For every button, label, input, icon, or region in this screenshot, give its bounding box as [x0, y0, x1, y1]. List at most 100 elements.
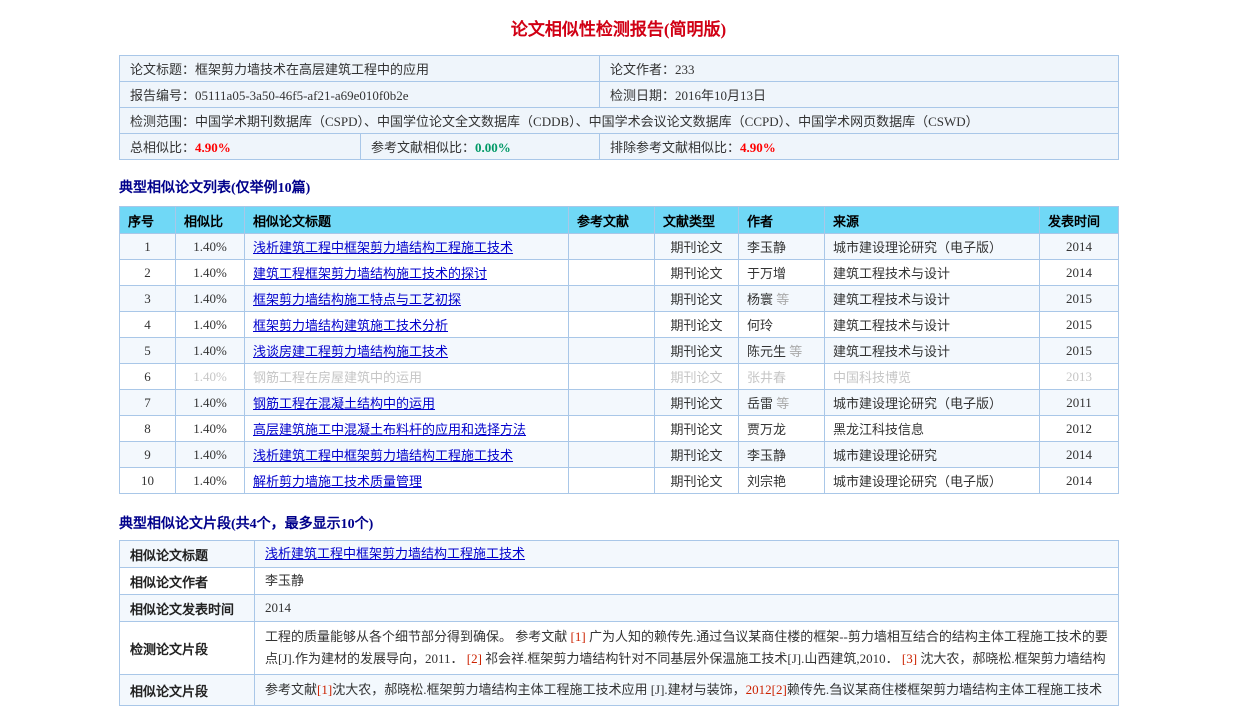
- similar-fragments-table: 相似论文标题浅析建筑工程中框架剪力墙结构工程施工技术相似论文作者李玉静相似论文发…: [119, 540, 1119, 706]
- row-ratio-cell: 1.40%: [176, 286, 245, 312]
- report-no-label: 报告编号：: [130, 88, 195, 103]
- table-row: 71.40%钢筋工程在混凝土结构中的运用期刊论文岳雷 等城市建设理论研究（电子版…: [120, 390, 1119, 416]
- check-date-label: 检测日期：: [610, 88, 675, 103]
- total-ratio-label: 总相似比：: [130, 140, 195, 155]
- row-title-cell: 框架剪力墙结构建筑施工技术分析: [245, 312, 569, 338]
- row-doc-type-cell: 期刊论文: [655, 416, 739, 442]
- paper-title-text: 钢筋工程在房屋建筑中的运用: [253, 370, 422, 385]
- citation-marker: 2012[2]: [746, 682, 787, 697]
- row-no-cell: 1: [120, 234, 176, 260]
- row-no-cell: 10: [120, 468, 176, 494]
- paper-title-link[interactable]: 钢筋工程在混凝土结构中的运用: [253, 396, 435, 411]
- fragment-row-label: 相似论文片段: [120, 675, 255, 706]
- paper-author-cell: 论文作者：233: [600, 56, 1119, 82]
- row-reference-cell: [569, 312, 655, 338]
- fragment-row-value: 工程的质量能够从各个细节部分得到确保。 参考文献 [1] 广为人知的赖传先.通过…: [255, 622, 1119, 675]
- paper-title-value: 框架剪力墙技术在高层建筑工程中的应用: [195, 62, 429, 77]
- paper-title-link[interactable]: 建筑工程框架剪力墙结构施工技术的探讨: [253, 266, 487, 281]
- paper-title-link[interactable]: 浅析建筑工程中框架剪力墙结构工程施工技术: [253, 448, 513, 463]
- paper-title-link[interactable]: 高层建筑施工中混凝土布料杆的应用和选择方法: [253, 422, 526, 437]
- fragment-text: 赖传先.刍议某商住楼框架剪力墙结构主体工程施工技术: [787, 682, 1102, 697]
- check-scope-value: 中国学术期刊数据库（CSPD）、中国学位论文全文数据库（CDDB）、中国学术会议…: [195, 114, 979, 129]
- row-ratio-cell: 1.40%: [176, 468, 245, 494]
- info-row-title-author: 论文标题：框架剪力墙技术在高层建筑工程中的应用 论文作者：233: [120, 56, 1119, 82]
- info-row-reportno-date: 报告编号：05111a05-3a50-46f5-af21-a69e010f0b2…: [120, 82, 1119, 108]
- check-scope-cell: 检测范围：中国学术期刊数据库（CSPD）、中国学位论文全文数据库（CDDB）、中…: [120, 108, 1119, 134]
- paper-title-link[interactable]: 解析剪力墙施工技术质量管理: [253, 474, 422, 489]
- fragment-row-value: 2014: [255, 595, 1119, 622]
- column-header-author: 作者: [739, 207, 825, 234]
- table-row: 81.40%高层建筑施工中混凝土布料杆的应用和选择方法期刊论文贾万龙黑龙江科技信…: [120, 416, 1119, 442]
- row-year-cell: 2015: [1040, 286, 1119, 312]
- similar-fragments-heading: 典型相似论文片段(共4个，最多显示10个): [119, 518, 1118, 532]
- total-ratio-value: 4.90%: [195, 140, 231, 155]
- row-source-cell: 建筑工程技术与设计: [825, 286, 1040, 312]
- row-source-cell: 中国科技博览: [825, 364, 1040, 390]
- row-doc-type-cell: 期刊论文: [655, 468, 739, 494]
- column-header-ratio: 相似比: [176, 207, 245, 234]
- row-author-cell: 陈元生 等: [739, 338, 825, 364]
- exclude-ref-ratio-cell: 排除参考文献相似比：4.90%: [600, 134, 1119, 160]
- fragment-row-value: 参考文献[1]沈大农，郝晓松.框架剪力墙结构主体工程施工技术应用 [J].建材与…: [255, 675, 1119, 706]
- row-year-cell: 2011: [1040, 390, 1119, 416]
- table-row: 31.40%框架剪力墙结构施工特点与工艺初探期刊论文杨寰 等建筑工程技术与设计2…: [120, 286, 1119, 312]
- row-no-cell: 8: [120, 416, 176, 442]
- citation-marker: [2]: [467, 651, 482, 666]
- row-author-cell: 张井春: [739, 364, 825, 390]
- row-ratio-cell: 1.40%: [176, 234, 245, 260]
- fragment-text: 沈大农，郝晓松.框架剪力墙结构: [917, 651, 1106, 666]
- row-reference-cell: [569, 286, 655, 312]
- row-no-cell: 9: [120, 442, 176, 468]
- row-source-cell: 建筑工程技术与设计: [825, 338, 1040, 364]
- row-year-cell: 2013: [1040, 364, 1119, 390]
- paper-title-link[interactable]: 浅析建筑工程中框架剪力墙结构工程施工技术: [253, 240, 513, 255]
- row-ratio-cell: 1.40%: [176, 416, 245, 442]
- paper-title-link[interactable]: 浅谈房建工程剪力墙结构施工技术: [253, 344, 448, 359]
- row-no-cell: 6: [120, 364, 176, 390]
- row-reference-cell: [569, 468, 655, 494]
- row-year-cell: 2014: [1040, 468, 1119, 494]
- fragment-text: 工程的质量能够从各个细节部分得到确保。 参考文献: [265, 629, 571, 644]
- row-no-cell: 2: [120, 260, 176, 286]
- row-doc-type-cell: 期刊论文: [655, 260, 739, 286]
- row-year-cell: 2012: [1040, 416, 1119, 442]
- paper-title-link[interactable]: 框架剪力墙结构建筑施工技术分析: [253, 318, 448, 333]
- row-source-cell: 建筑工程技术与设计: [825, 260, 1040, 286]
- column-header-doc-type: 文献类型: [655, 207, 739, 234]
- row-doc-type-cell: 期刊论文: [655, 234, 739, 260]
- fragment-row-label: 相似论文标题: [120, 541, 255, 568]
- row-ratio-cell: 1.40%: [176, 338, 245, 364]
- paper-title-link[interactable]: 框架剪力墙结构施工特点与工艺初探: [253, 292, 461, 307]
- row-no-cell: 3: [120, 286, 176, 312]
- row-title-cell: 钢筋工程在混凝土结构中的运用: [245, 390, 569, 416]
- table-row: 11.40%浅析建筑工程中框架剪力墙结构工程施工技术期刊论文李玉静城市建设理论研…: [120, 234, 1119, 260]
- column-header-pub-year: 发表时间: [1040, 207, 1119, 234]
- row-year-cell: 2014: [1040, 442, 1119, 468]
- row-doc-type-cell: 期刊论文: [655, 390, 739, 416]
- report-no-value: 05111a05-3a50-46f5-af21-a69e010f0b2e: [195, 88, 408, 103]
- similar-papers-header-row: 序号 相似比 相似论文标题 参考文献 文献类型 作者 来源 发表时间: [120, 207, 1119, 234]
- etal-suffix: 等: [786, 344, 802, 359]
- row-title-cell: 建筑工程框架剪力墙结构施工技术的探讨: [245, 260, 569, 286]
- row-no-cell: 5: [120, 338, 176, 364]
- table-row: 61.40%钢筋工程在房屋建筑中的运用期刊论文张井春中国科技博览2013: [120, 364, 1119, 390]
- fragment-row: 相似论文片段参考文献[1]沈大农，郝晓松.框架剪力墙结构主体工程施工技术应用 […: [120, 675, 1119, 706]
- row-doc-type-cell: 期刊论文: [655, 442, 739, 468]
- similar-papers-table: 序号 相似比 相似论文标题 参考文献 文献类型 作者 来源 发表时间 11.40…: [119, 206, 1119, 494]
- fragment-row-value: 浅析建筑工程中框架剪力墙结构工程施工技术: [255, 541, 1119, 568]
- row-author-cell: 于万增: [739, 260, 825, 286]
- row-title-cell: 高层建筑施工中混凝土布料杆的应用和选择方法: [245, 416, 569, 442]
- ref-ratio-label: 参考文献相似比：: [371, 140, 475, 155]
- fragment-row-value: 李玉静: [255, 568, 1119, 595]
- paper-title-link[interactable]: 浅析建筑工程中框架剪力墙结构工程施工技术: [265, 546, 525, 561]
- check-scope-label: 检测范围：: [130, 114, 195, 129]
- column-header-no: 序号: [120, 207, 176, 234]
- citation-marker: [1]: [571, 629, 586, 644]
- row-ratio-cell: 1.40%: [176, 442, 245, 468]
- row-source-cell: 城市建设理论研究（电子版）: [825, 468, 1040, 494]
- row-reference-cell: [569, 416, 655, 442]
- paper-title-cell: 论文标题：框架剪力墙技术在高层建筑工程中的应用: [120, 56, 600, 82]
- row-source-cell: 城市建设理论研究: [825, 442, 1040, 468]
- row-source-cell: 黑龙江科技信息: [825, 416, 1040, 442]
- row-no-cell: 7: [120, 390, 176, 416]
